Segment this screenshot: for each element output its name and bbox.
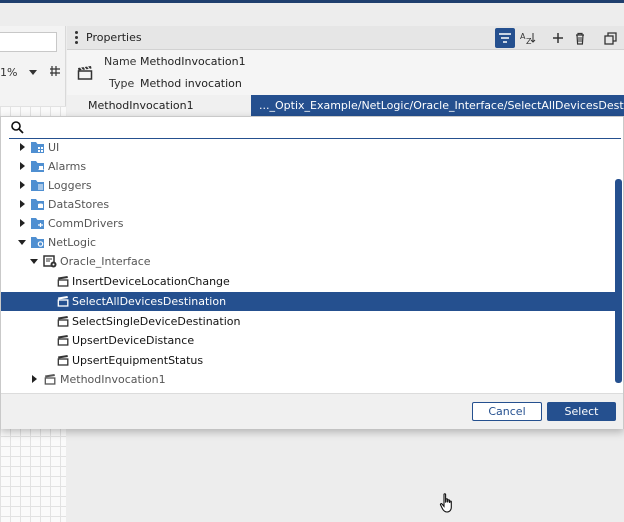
properties-title: Properties [86,31,142,44]
copy-icon[interactable] [600,28,620,48]
name-value[interactable]: MethodInvocation1 [140,55,246,68]
method-property-label: MethodInvocation1 [88,99,194,112]
grid-snap-icon[interactable] [49,65,61,80]
tree-item-loggers[interactable]: Loggers [1,176,615,195]
tree-item-label: NetLogic [48,236,97,249]
filter-icon[interactable] [495,28,515,48]
left-panel-input[interactable] [0,32,57,52]
folder-datastores-icon [31,198,45,213]
cancel-button[interactable]: Cancel [472,402,542,421]
top-accent-strip [0,0,624,3]
folder-alarms-icon [31,160,45,175]
tree-item-commdrivers[interactable]: CommDrivers [1,214,615,233]
kebab-menu-icon[interactable] [75,31,78,45]
tree-scrollbar-thumb[interactable] [615,179,622,383]
node-picker-dialog: UI Alarms Loggers DataStores CommDrivers [0,116,624,429]
folder-loggers-icon [31,179,45,194]
add-icon[interactable] [548,28,568,48]
tree-item-ui[interactable]: UI [1,138,615,157]
tree-item-methodinvocation1[interactable]: MethodInvocation1 [1,370,615,389]
method-icon [57,354,69,369]
tree-item-label: UpsertDeviceDistance [72,334,195,347]
method-icon [57,275,69,290]
tree-item-label: CommDrivers [48,217,124,230]
name-label: Name [104,55,137,68]
tree-item-label: InsertDeviceLocationChange [72,275,230,288]
expand-arrow-icon[interactable] [20,162,25,170]
tree-item-label: SelectSingleDeviceDestination [72,315,241,328]
expand-arrow-icon[interactable] [20,200,25,208]
method-property-row[interactable]: MethodInvocation1 ..._Optix_Example/NetL… [67,95,624,117]
folder-ui-icon [31,141,45,156]
tree-item-upsertequipmentstatus[interactable]: UpsertEquipmentStatus [1,351,615,370]
collapse-arrow-icon[interactable] [30,259,38,264]
svg-text:Z: Z [526,37,532,45]
method-icon [57,334,69,349]
tree-item-label: SelectAllDevicesDestination [72,295,227,308]
expand-arrow-icon[interactable] [20,143,25,151]
search-icon [11,121,24,137]
method-invocation-icon [77,65,93,83]
tree-item-label: UI [48,141,60,154]
tree-item-selectalldevicesdestination[interactable]: SelectAllDevicesDestination [1,292,615,311]
hand-cursor-icon [439,492,455,517]
folder-commdrivers-icon [31,217,45,232]
type-value: Method invocation [140,77,242,90]
tree-item-oracle-interface[interactable]: Oracle_Interface [1,252,615,271]
expand-arrow-icon[interactable] [20,219,25,227]
properties-empty-area [67,428,624,522]
folder-netlogic-icon [31,236,45,251]
tree-item-label: Oracle_Interface [60,255,151,268]
tree-item-label: Loggers [48,179,92,192]
tree-item-insertdevicelocationchange[interactable]: InsertDeviceLocationChange [1,272,615,291]
method-icon [44,373,56,388]
expand-arrow-icon[interactable] [32,375,37,383]
tree-item-label: UpsertEquipmentStatus [72,354,204,367]
tree-item-datastores[interactable]: DataStores [1,195,615,214]
expand-arrow-icon[interactable] [20,181,25,189]
zoom-value: 1% [0,66,18,79]
sort-az-icon[interactable]: A Z [518,28,538,48]
tree-item-label: MethodInvocation1 [60,373,166,386]
tree-item-alarms[interactable]: Alarms [1,157,615,176]
collapse-arrow-icon[interactable] [18,240,26,245]
type-label: Type [109,77,135,90]
select-button[interactable]: Select [547,402,616,421]
tree-item-upsertdevicedistance[interactable]: UpsertDeviceDistance [1,331,615,350]
method-icon [57,315,69,330]
tree-item-netlogic[interactable]: NetLogic [1,233,615,252]
method-property-value[interactable]: ..._Optix_Example/NetLogic/Oracle_Interf… [251,95,624,117]
method-icon [57,295,69,310]
properties-header: Properties A Z [67,26,624,50]
tree-item-selectsingledevicedestination[interactable]: SelectSingleDeviceDestination [1,312,615,331]
tree-item-label: DataStores [48,198,110,211]
tree-item-label: Alarms [48,160,87,173]
search-input[interactable] [31,119,621,137]
zoom-dropdown-icon[interactable] [29,70,37,75]
netlogic-object-icon [43,255,57,271]
delete-icon[interactable] [570,28,590,48]
